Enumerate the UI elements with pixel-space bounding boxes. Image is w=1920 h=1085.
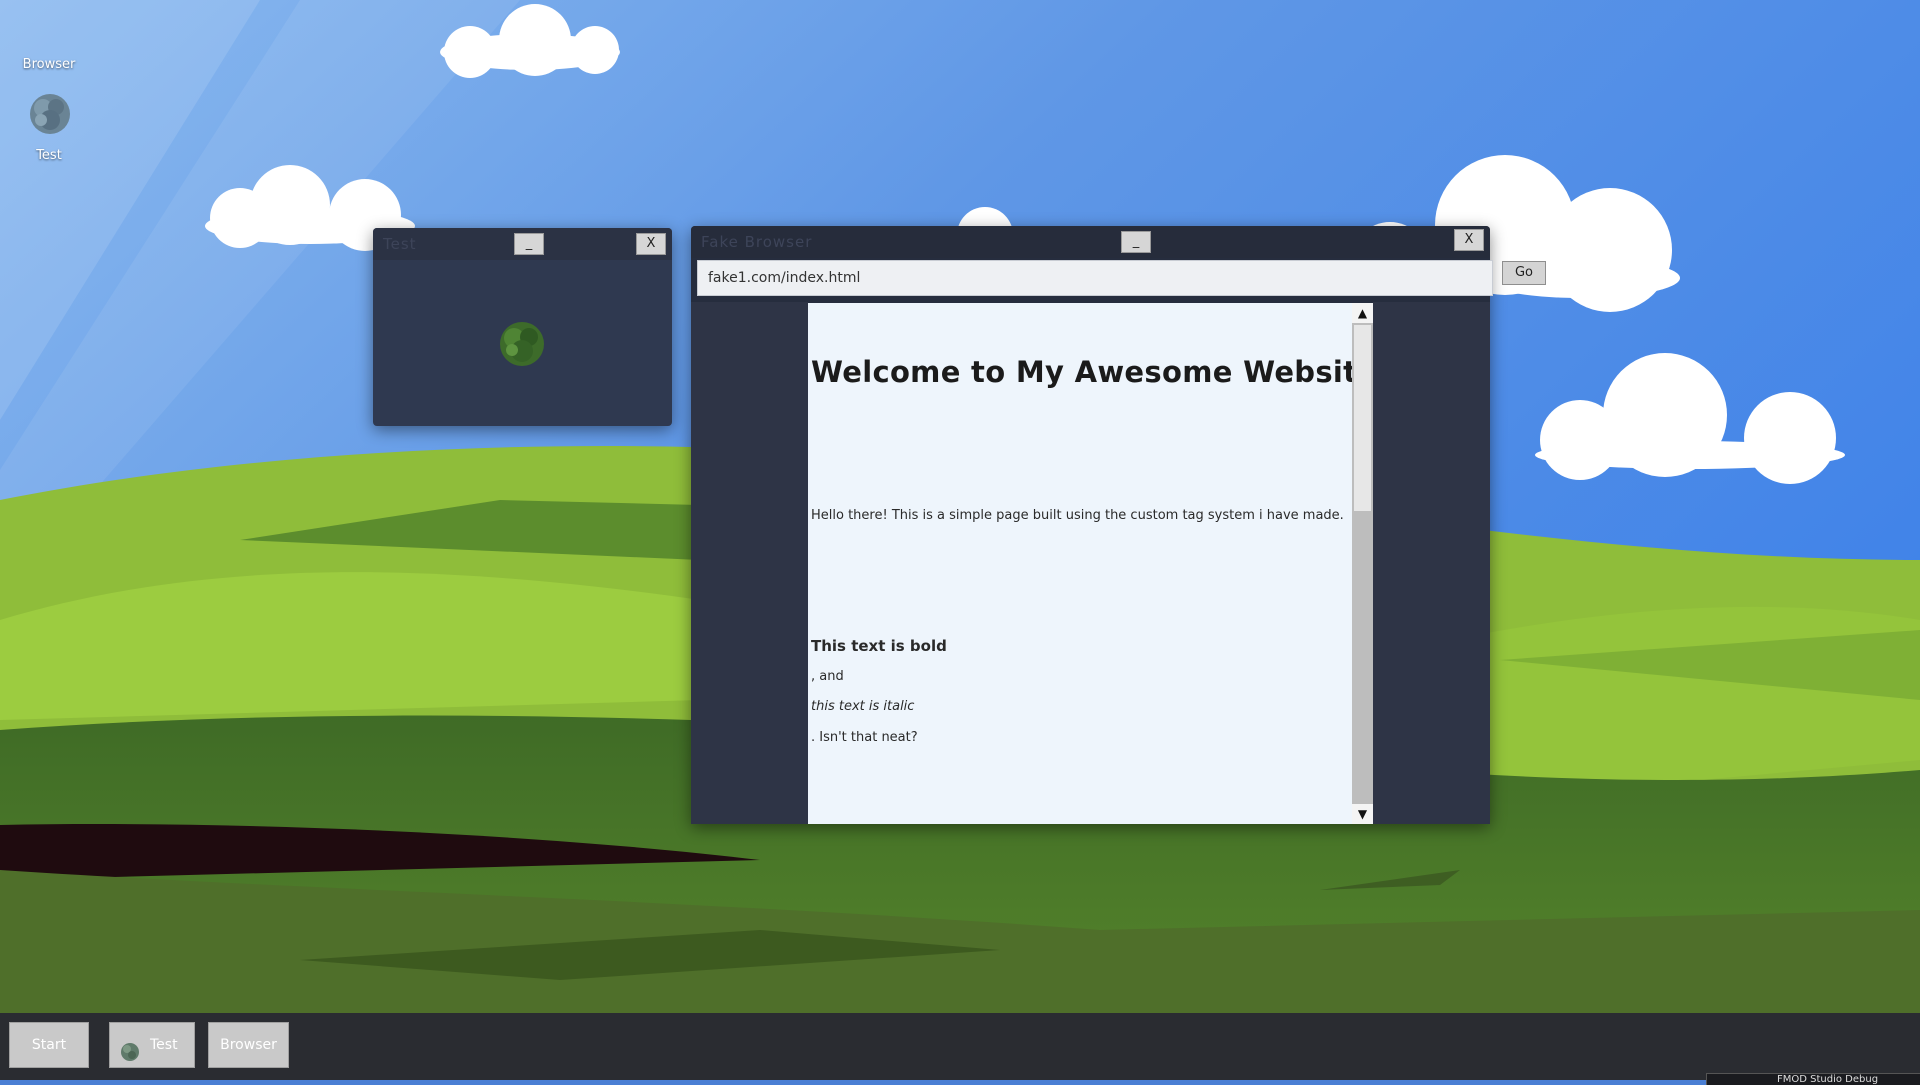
page-paragraph: Hello there! This is a simple page built… bbox=[811, 508, 1344, 523]
go-button[interactable]: Go bbox=[1502, 261, 1546, 285]
minimize-button[interactable]: _ bbox=[514, 233, 544, 255]
desktop-icon-label-test[interactable]: Test bbox=[4, 148, 94, 163]
tree-icon[interactable] bbox=[28, 92, 72, 140]
taskbar-item-test[interactable]: Test bbox=[109, 1022, 195, 1068]
italic-text: this text is italic bbox=[811, 699, 915, 714]
browser-sidebar bbox=[691, 302, 808, 824]
window-title: Test bbox=[383, 235, 417, 253]
plain-text: , and bbox=[811, 669, 844, 684]
tree-icon bbox=[120, 1036, 140, 1080]
desktop-icon-label-browser[interactable]: Browser bbox=[4, 57, 94, 72]
tray-debug-label: FMOD Studio Debug bbox=[1706, 1073, 1920, 1085]
taskbar-item-browser[interactable]: Browser bbox=[208, 1022, 289, 1068]
plain-text: . Isn't that neat? bbox=[811, 730, 918, 745]
taskbar-item-label: Test bbox=[150, 1037, 178, 1053]
taskbar: Start Test Browser FMOD Studio Debug bbox=[0, 1013, 1920, 1085]
browser-window-titlebar[interactable]: Fake Browser _ X bbox=[691, 226, 1490, 258]
scroll-down-arrow-icon[interactable]: ▼ bbox=[1352, 804, 1373, 824]
bold-text: This text is bold bbox=[811, 637, 947, 655]
vertical-scrollbar[interactable]: ▲ ▼ bbox=[1352, 303, 1373, 824]
browser-sidebar bbox=[1373, 302, 1490, 824]
tree-icon bbox=[498, 320, 546, 372]
close-button[interactable]: X bbox=[1454, 229, 1484, 251]
minimize-button[interactable]: _ bbox=[1121, 231, 1151, 253]
scroll-thumb[interactable] bbox=[1354, 325, 1371, 511]
test-window-titlebar[interactable]: Test _ X bbox=[373, 228, 672, 260]
browser-page-content: Welcome to My Awesome Website! Hello the… bbox=[808, 303, 1352, 824]
scroll-up-arrow-icon[interactable]: ▲ bbox=[1352, 303, 1373, 323]
url-input[interactable] bbox=[697, 260, 1493, 296]
page-heading: Welcome to My Awesome Website! bbox=[811, 355, 1352, 389]
close-button[interactable]: X bbox=[636, 233, 666, 255]
start-button[interactable]: Start bbox=[9, 1022, 89, 1068]
window-title: Fake Browser bbox=[701, 233, 813, 251]
test-window: Test _ X bbox=[373, 228, 672, 426]
